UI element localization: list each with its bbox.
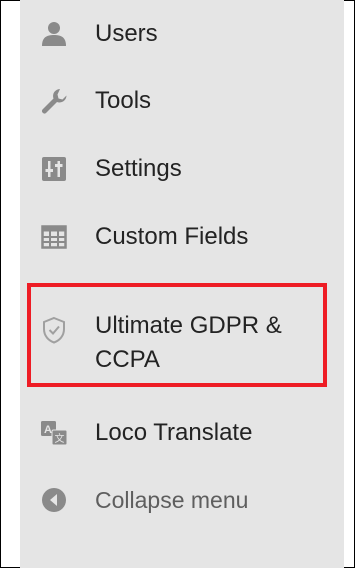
menu-item-label: Settings xyxy=(95,155,182,182)
menu-item-users[interactable]: Users xyxy=(20,8,344,60)
svg-text:A: A xyxy=(44,424,52,436)
menu-item-label: Ultimate GDPR & CCPA xyxy=(95,312,282,373)
menu-item-loco-translate[interactable]: A 文 Loco Translate xyxy=(20,407,344,459)
menu-item-ultimate-gdpr[interactable]: Ultimate GDPR & CCPA xyxy=(20,283,344,395)
collapse-icon xyxy=(39,485,69,515)
user-icon xyxy=(39,19,69,49)
menu-item-label: Tools xyxy=(95,87,152,114)
collapse-menu-button[interactable]: Collapse menu xyxy=(20,474,344,526)
wrench-icon xyxy=(39,86,69,116)
menu-item-custom-fields[interactable]: Custom Fields xyxy=(20,211,344,263)
menu-item-label: Custom Fields xyxy=(95,223,249,250)
shield-icon xyxy=(39,315,69,345)
svg-text:文: 文 xyxy=(55,432,65,445)
menu-item-label: Collapse menu xyxy=(95,486,249,513)
translate-icon: A 文 xyxy=(39,418,69,448)
sliders-icon xyxy=(39,154,69,184)
menu-item-label: Users xyxy=(95,20,158,47)
table-icon xyxy=(39,222,69,252)
admin-sidebar-menu: Users Tools Settings Custom Fields Ultim… xyxy=(20,0,344,568)
menu-item-settings[interactable]: Settings xyxy=(20,143,344,195)
menu-item-tools[interactable]: Tools xyxy=(20,75,344,127)
menu-item-label: Loco Translate xyxy=(95,419,253,446)
